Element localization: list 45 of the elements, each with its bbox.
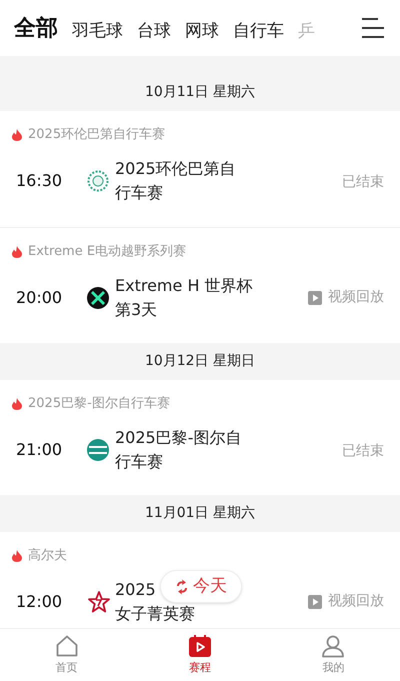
play-icon [308, 594, 322, 608]
category-tab[interactable]: 自行车 [233, 19, 284, 44]
wreath-logo-icon [87, 170, 109, 192]
nav-tab[interactable]: 我的 [266, 629, 400, 681]
event-title-line: 女子菁英赛 [115, 602, 195, 624]
date-header: 10月12日 星期日 [0, 343, 400, 380]
category-label: Extreme E电动越野系列赛 [28, 243, 186, 261]
event-title-line: 2025 [115, 578, 156, 600]
date-header: 11月01日 星期六 [0, 495, 400, 532]
event-title-line: 2025环伦巴第自 [115, 158, 236, 180]
flame-icon [12, 246, 22, 258]
event-title-line: 第3天 [115, 298, 158, 320]
category-label: 2025环伦巴第自行车赛 [28, 126, 166, 144]
menu-button[interactable] [362, 18, 384, 38]
user-icon [321, 634, 346, 658]
today-button[interactable]: 今天 [160, 570, 242, 603]
status-label: 已结束 [342, 174, 384, 190]
home-icon [54, 634, 79, 658]
event-title-line: 行车赛 [115, 182, 163, 204]
event-time: 16:30 [15, 170, 64, 192]
calendar-play-icon [188, 634, 212, 658]
event-time: 21:00 [15, 438, 64, 460]
cross-logo-icon [87, 286, 109, 308]
event-time: 20:00 [15, 286, 64, 308]
event-title-line: 行车赛 [115, 450, 163, 472]
event-title-line: Extreme H 世界杯 [115, 274, 253, 296]
date-header: 10月11日 星期六 [0, 74, 400, 111]
flame-icon [12, 550, 22, 562]
category-tab[interactable]: 台球 [137, 19, 171, 44]
nav-tab[interactable]: 首页 [0, 629, 134, 681]
status-label: 已结束 [342, 442, 384, 458]
circle-logo-icon [87, 438, 109, 460]
event-title-line: 2025巴黎-图尔自 [115, 426, 242, 448]
category-label: 2025巴黎-图尔自行车赛 [28, 395, 170, 413]
category-tab[interactable]: 全部 [14, 12, 58, 44]
nav-tab[interactable]: 赛程 [133, 629, 267, 681]
play-icon [308, 290, 322, 304]
flame-icon [12, 128, 22, 141]
category-label: 高尔夫 [28, 547, 67, 565]
star-logo-icon [87, 590, 111, 614]
refresh-icon [175, 578, 189, 594]
event-time: 12:00 [15, 590, 64, 612]
category-tab[interactable]: 网球 [185, 19, 219, 44]
flame-icon [12, 398, 22, 410]
category-tab[interactable]: 羽毛球 [72, 19, 123, 44]
